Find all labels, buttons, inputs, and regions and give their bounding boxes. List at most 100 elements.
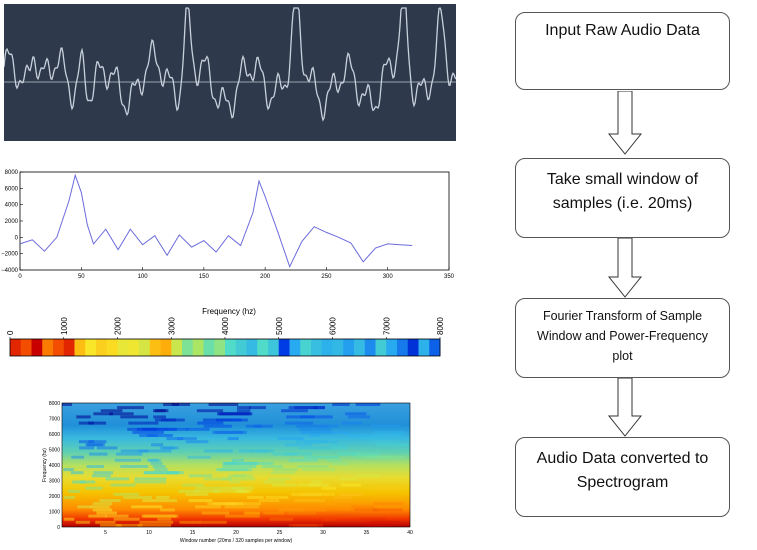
fft-bin [311,339,323,356]
spectrogram-texture [123,496,152,499]
flow-arrow-1 [607,91,643,155]
spectrogram-texture [333,496,352,499]
spectrogram-plot: 5 10 15 20 25 30 35 40 0 1000 2000 3000 4000 5000 6000… [42,401,413,544]
spectrogram-y-tick: 1000 [49,510,60,516]
spectrogram-y-tick: 7000 [49,417,60,423]
spectrogram-texture [238,449,253,453]
spectrogram-texture [79,446,95,450]
spectrogram-texture [229,480,241,484]
spectrogram-texture [85,443,103,447]
spectrogram-texture [185,440,209,444]
spectrogram-texture [146,434,158,437]
fft-bin [203,339,215,356]
x-tick-label: 100 [138,274,149,280]
spectrogram-texture [142,499,178,503]
spectrogram-texture [269,517,293,521]
spectrogram-texture [195,486,221,490]
spectrogram-texture [89,452,108,456]
spectrogram-texture [345,412,367,416]
spectrogram-texture [255,449,275,453]
sample-window-plot-panel: 0 50 100 150 200 250 300 350 −4000 −2000 0 2000 4000… [0,162,460,286]
flow-step-3-line-3: plot [612,349,633,363]
fft-bin [192,339,204,356]
spectrogram-texture [116,452,143,456]
spectrogram-texture [288,406,318,410]
spectrogram-texture [371,424,401,428]
flow-step-take-window: Take small window of samples (i.e. 20ms) [515,158,730,238]
spectrogram-texture [127,427,158,431]
spectrogram-texture [222,465,257,468]
spectrogram-texture [271,471,295,475]
spectrogram-texture [120,449,149,453]
spectrogram-texture [285,421,314,425]
sample-window-line-chart: 0 50 100 150 200 250 300 350 −4000 −2000 0 2000 4000… [1,170,455,280]
fft-bin [117,339,129,356]
fft-bin [128,339,140,356]
spectrogram-texture [266,496,289,499]
spectrogram-texture [323,502,339,506]
fft-bin [386,339,398,356]
spectrogram-texture [340,483,361,487]
spectrogram-texture [153,409,166,413]
fft-bin [354,339,366,356]
waveform-line [3,7,457,122]
spectrogram-texture [341,421,363,425]
spectrogram-y-tick: 2000 [49,494,60,500]
spectrogram-texture [220,486,254,490]
fft-bin [300,339,312,356]
spectrogram-texture [287,511,316,515]
spectrogram-texture [372,434,402,437]
spectrogram-texture [92,508,113,512]
spectrogram-x-label: Window number (20ms / 320 samples per wi… [180,538,293,544]
spectrogram-texture [244,511,260,515]
spectrogram-texture [369,440,399,444]
x-tick-label: 300 [383,274,394,280]
spectrogram-texture [188,474,213,478]
spectrogram-texture [120,415,149,419]
spectrogram-texture [91,474,111,478]
fft-tick-label: 2000 [114,317,123,335]
x-tick-label: 250 [321,274,332,280]
spectrogram-texture [105,514,129,518]
fft-bin [63,339,75,356]
spectrogram-texture [93,471,114,475]
flow-step-3-line-1: Fourier Transform of Sample [542,309,703,323]
spectrogram-texture [149,458,161,462]
spectrogram-texture [212,430,243,434]
spectrogram-texture [171,403,191,406]
spectrogram-texture [187,455,211,459]
fft-tick-label: 4000 [221,317,230,335]
spectrogram-texture [62,403,72,406]
spectrogram-texture [297,465,329,468]
x-tick-label: 0 [18,274,22,280]
fft-bin [182,339,194,356]
spectrogram-texture [263,511,285,515]
spectrogram-texture [150,461,163,465]
fft-bin [139,339,151,356]
spectrogram-texture [263,480,285,484]
fft-bin [418,339,430,356]
spectrogram-texture [100,409,123,413]
fft-bin [160,339,172,356]
raw-waveform-plot [3,7,457,122]
spectrogram-texture [78,421,94,425]
spectrogram-x-tick: 25 [277,530,283,536]
spectrogram-texture [277,437,304,441]
spectrogram-texture [223,461,258,465]
spectrogram-texture [373,502,404,506]
spectrogram-texture [292,523,324,527]
y-tick-label: 8000 [5,170,19,176]
spectrogram-texture [85,486,103,490]
spectrogram-texture [79,480,96,484]
fft-tick-label: 6000 [329,317,338,335]
spectrogram-texture [294,499,326,503]
spectrogram-texture [63,517,75,521]
spectrogram-texture [284,443,313,447]
spectrogram-texture [197,421,224,425]
flow-step-1-text: Input Raw Audio Data [545,22,700,39]
spectrogram-y-tick: 3000 [49,479,60,485]
spectrogram-texture [310,480,322,484]
spectrogram-texture [113,517,140,521]
fft-tick-label: 7000 [382,317,391,335]
fft-bin [332,339,344,356]
